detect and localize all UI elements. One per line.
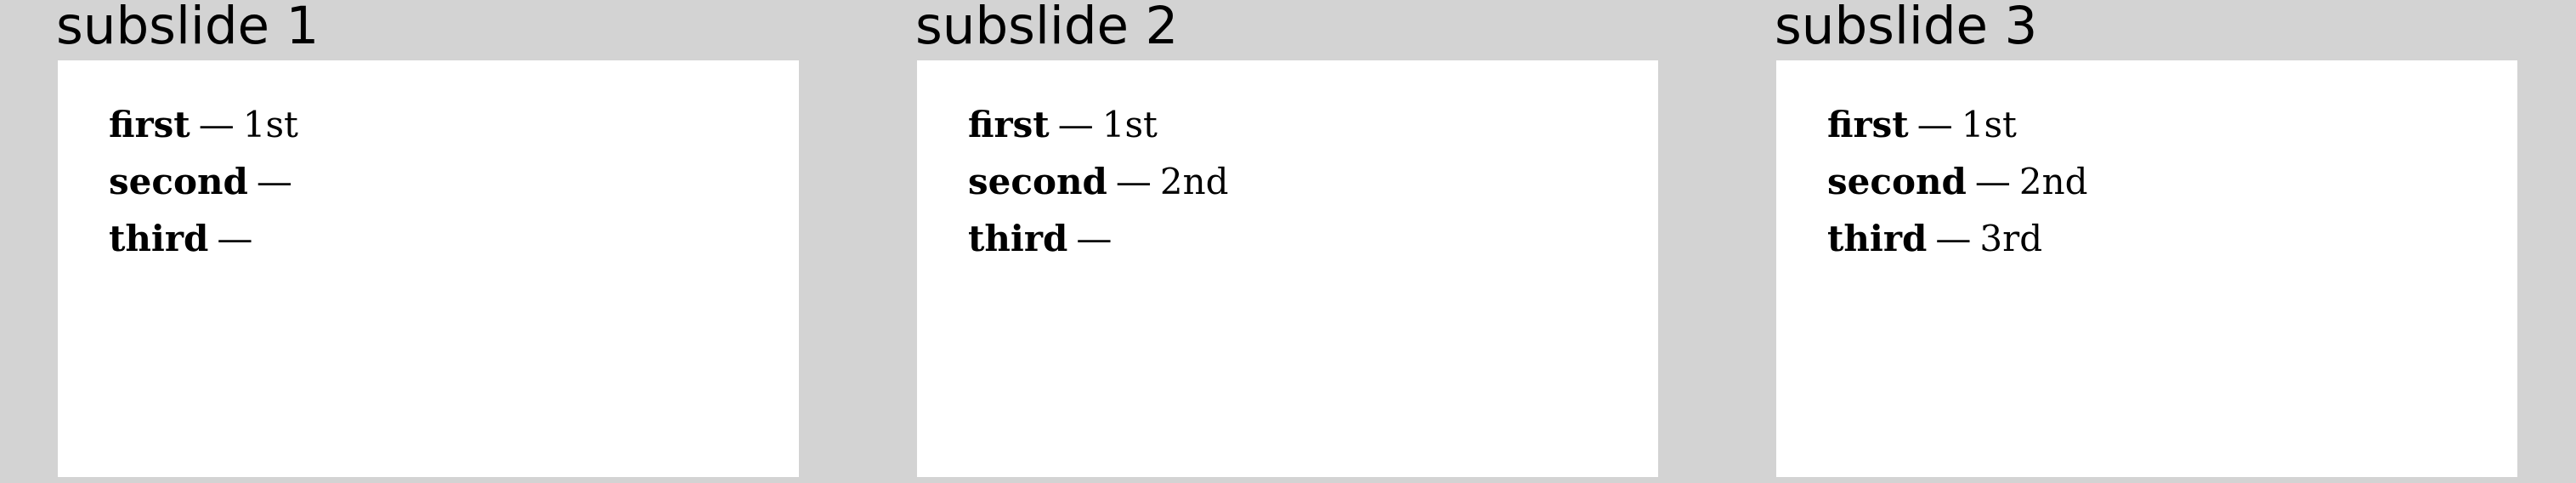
term-description: 1st bbox=[1101, 104, 1158, 145]
term-label: third bbox=[1827, 218, 1928, 259]
term-row-first: first —1st bbox=[968, 96, 1229, 153]
term-label: third bbox=[109, 218, 209, 259]
term-description: 2nd bbox=[2018, 161, 2088, 202]
term-row-third: third — bbox=[109, 210, 301, 267]
subslide-panel-2: subslide 2 first —1st second —2nd third — bbox=[915, 0, 1658, 483]
subslide-panel-1: subslide 1 first —1st second — third — bbox=[56, 0, 799, 483]
term-row-third: third —3rd bbox=[1827, 210, 2088, 267]
term-separator: — bbox=[217, 218, 253, 259]
term-separator: — bbox=[1916, 104, 1953, 145]
term-label: second bbox=[968, 161, 1107, 202]
subslide-panel-3: subslide 3 first —1st second —2nd third —3r… bbox=[1775, 0, 2517, 483]
term-description: 1st bbox=[1961, 104, 2017, 145]
term-description: 1st bbox=[242, 104, 298, 145]
term-label: first bbox=[1827, 104, 1909, 145]
term-row-first: first —1st bbox=[1827, 96, 2088, 153]
term-list: first —1st second —2nd third — bbox=[968, 96, 1229, 267]
slide-canvas: first —1st second — third — bbox=[58, 60, 799, 477]
term-row-first: first —1st bbox=[109, 96, 301, 153]
term-separator: — bbox=[1076, 218, 1112, 259]
term-separator: — bbox=[1115, 161, 1152, 202]
slide-canvas: first —1st second —2nd third — bbox=[917, 60, 1658, 477]
term-description: 2nd bbox=[1159, 161, 1229, 202]
term-label: third bbox=[968, 218, 1068, 259]
term-separator: — bbox=[256, 161, 292, 202]
term-label: second bbox=[109, 161, 248, 202]
subslide-title: subslide 3 bbox=[1775, 0, 2038, 56]
term-label: second bbox=[1827, 161, 1967, 202]
subslide-title: subslide 1 bbox=[56, 0, 320, 56]
term-label: first bbox=[109, 104, 190, 145]
term-separator: — bbox=[1974, 161, 2011, 202]
term-row-second: second —2nd bbox=[1827, 153, 2088, 210]
term-separator: — bbox=[198, 104, 235, 145]
term-list: first —1st second —2nd third —3rd bbox=[1827, 96, 2088, 267]
term-row-second: second —2nd bbox=[968, 153, 1229, 210]
term-separator: — bbox=[1057, 104, 1094, 145]
term-separator: — bbox=[1935, 218, 1972, 259]
term-description: 3rd bbox=[1979, 218, 2043, 259]
term-list: first —1st second — third — bbox=[109, 96, 301, 267]
subslide-title: subslide 2 bbox=[915, 0, 1179, 56]
term-row-third: third — bbox=[968, 210, 1229, 267]
slide-canvas: first —1st second —2nd third —3rd bbox=[1776, 60, 2517, 477]
term-row-second: second — bbox=[109, 153, 301, 210]
term-label: first bbox=[968, 104, 1050, 145]
